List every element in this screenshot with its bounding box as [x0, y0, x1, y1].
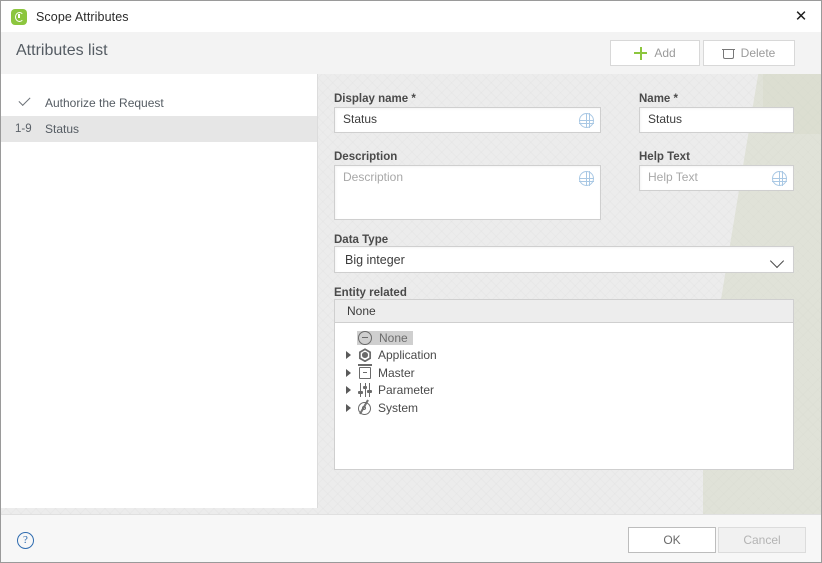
tree-node-none[interactable]: None [335, 329, 793, 347]
entity-related-selected-value: None [347, 304, 376, 318]
tree-expander[interactable] [343, 350, 357, 360]
toolbar: Attributes list Add Delete [1, 32, 821, 75]
number-range-icon: 1-9 [15, 123, 32, 135]
chevron-down-icon [769, 253, 785, 269]
entity-related-tree[interactable]: None Application Master Parameter System [334, 323, 794, 470]
tree-node-system[interactable]: System [335, 399, 793, 417]
tree-expander[interactable] [343, 403, 357, 413]
tree-node-label: Parameter [378, 383, 435, 398]
description-placeholder: Description [343, 170, 404, 184]
tree-expander[interactable] [343, 385, 357, 395]
close-icon[interactable]: ✕ [779, 1, 821, 31]
list-item[interactable]: 1-9 Status [1, 116, 317, 142]
data-type-value: Big integer [345, 252, 405, 267]
sliders-icon [357, 383, 376, 398]
display-name-value: Status [343, 112, 378, 126]
description-label: Description [334, 151, 398, 163]
check-icon [15, 97, 45, 109]
list-item-label: Status [45, 122, 80, 136]
tree-node-label: Application [378, 348, 437, 363]
circle-minus-icon [357, 330, 376, 345]
question-mark-icon[interactable]: ? [17, 532, 34, 549]
display-name-input[interactable]: Status [334, 107, 601, 133]
window-title: Scope Attributes [36, 9, 129, 24]
tree-expander[interactable] [343, 368, 357, 378]
entity-related-label: Entity related [334, 287, 407, 299]
description-input[interactable]: Description [334, 165, 601, 220]
dialog-footer: ? OK Cancel [1, 514, 821, 562]
page-title: Attributes list [16, 42, 108, 59]
globe-icon[interactable] [579, 113, 594, 128]
list-item[interactable]: Authorize the Request [1, 90, 317, 116]
name-input[interactable]: Status [639, 107, 794, 133]
data-type-label: Data Type [334, 234, 389, 246]
tree-node-master[interactable]: Master [335, 364, 793, 382]
delete-button-label: Delete [740, 46, 776, 60]
tree-node-label: System [378, 400, 419, 415]
plus-icon [634, 46, 648, 60]
help-text-label: Help Text [639, 151, 690, 163]
trash-icon [721, 47, 735, 59]
data-type-select[interactable]: Big integer [334, 246, 794, 273]
title-bar: Scope Attributes ✕ [1, 1, 821, 32]
gear-icon [357, 401, 376, 415]
cabinet-icon [357, 364, 376, 380]
globe-icon[interactable] [772, 171, 787, 186]
list-item-label: Authorize the Request [45, 96, 164, 110]
ok-button[interactable]: OK [628, 527, 716, 553]
tree-node-parameter[interactable]: Parameter [335, 382, 793, 400]
globe-icon[interactable] [579, 171, 594, 186]
attributes-list-panel: Authorize the Request 1-9 Status [1, 74, 318, 508]
display-name-label: Display name * [334, 93, 416, 105]
cancel-button[interactable]: Cancel [718, 527, 806, 553]
clock-green-icon [11, 8, 27, 25]
name-label: Name * [639, 93, 678, 105]
content-area: Authorize the Request 1-9 Status Display… [1, 74, 821, 514]
name-value: Status [648, 112, 683, 126]
scope-attributes-dialog: Scope Attributes ✕ Attributes list Add D… [0, 0, 822, 563]
hexagon-icon [357, 348, 376, 363]
tree-node-application[interactable]: Application [335, 347, 793, 365]
delete-button[interactable]: Delete [703, 40, 795, 66]
help-text-input[interactable]: Help Text [639, 165, 794, 191]
help-text-placeholder: Help Text [648, 170, 698, 184]
attribute-detail-form: Display name * Status Name * Status Desc… [317, 74, 821, 514]
tree-node-label: Master [378, 365, 415, 380]
add-button-label: Add [654, 46, 676, 60]
entity-related-selected[interactable]: None [334, 299, 794, 323]
tree-node-label: None [376, 330, 413, 345]
tree-expander [343, 333, 357, 343]
add-button[interactable]: Add [610, 40, 700, 66]
